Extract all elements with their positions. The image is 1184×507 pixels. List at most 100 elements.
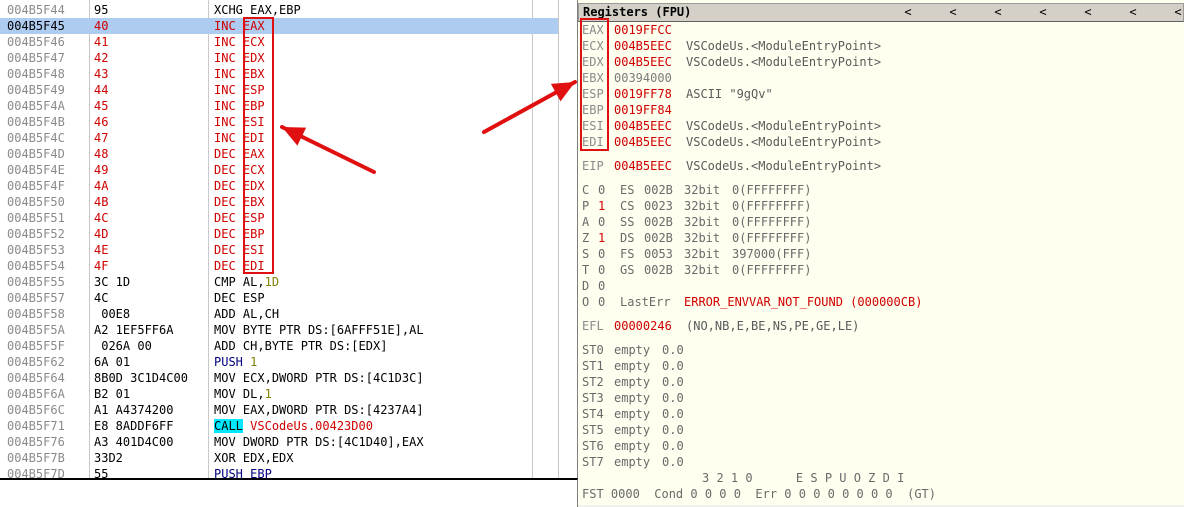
register-comment: VSCodeUs.<ModuleEntryPoint> — [686, 119, 882, 133]
flag-row[interactable]: Z 1 DS 002B 32bit 0(FFFFFFFF) — [582, 230, 811, 246]
lasterr-row[interactable]: O 0 LastErr ERROR_ENVVAR_NOT_FOUND (000000C… — [582, 294, 922, 310]
register-row-esp[interactable]: ESP 0019FF78 ASCII "9gQv" — [582, 86, 773, 102]
register-row-eip[interactable]: EIP 004B5EEC VSCodeUs.<ModuleEntryPoint> — [582, 158, 881, 174]
flag-value[interactable]: 0 — [598, 246, 620, 262]
flag-row[interactable]: A 0 SS 002B 32bit 0(FFFFFFFF) — [582, 214, 811, 230]
flag-row[interactable]: S 0 FS 0053 32bit 397000(FFF) — [582, 246, 811, 262]
segment-name: FS — [620, 247, 635, 261]
scroll-left-arrow-icon[interactable]: < — [946, 5, 960, 19]
disasm-row[interactable]: 004B5F4C 47 INC EDI — [0, 130, 575, 146]
fpu-register-value[interactable]: 0.0 — [662, 359, 684, 373]
flag-value[interactable]: 0 — [598, 262, 620, 278]
flag-row[interactable]: T 0 GS 002B 32bit 0(FFFFFFFF) — [582, 262, 811, 278]
disasm-row[interactable]: 004B5F5F 026A 00 ADD CH,BYTE PTR DS:[EDX] — [0, 338, 575, 354]
instruction-operands: DWORD PTR DS:[4C1D40],EAX — [242, 435, 424, 449]
scroll-left-arrow-icon[interactable]: < — [1171, 5, 1184, 19]
register-row-ecx[interactable]: ECX 004B5EEC VSCodeUs.<ModuleEntryPoint> — [582, 38, 881, 54]
fpu-register-value[interactable]: 0.0 — [662, 343, 684, 357]
instruction-mnemonic: DEC — [214, 227, 236, 241]
disasm-row[interactable]: 004B5F51 4C DEC ESP — [0, 210, 575, 226]
disasm-row[interactable]: 004B5F4D 48 DEC EAX — [0, 146, 575, 162]
instruction-mnemonic: INC — [214, 131, 236, 145]
disasm-row[interactable]: 004B5F58 00E8 ADD AL,CH — [0, 306, 575, 322]
fst-bit-header[interactable]: 3 2 1 0 E S P U O Z D I — [702, 470, 904, 486]
register-value[interactable]: 004B5EEC — [614, 54, 686, 70]
efl-value[interactable]: 00000246 — [614, 318, 686, 334]
instruction-mnemonic: DEC — [214, 243, 236, 257]
disassembly-pane[interactable]: 004B5F44 95 XCHG EAX,EBP 004B5F45 40 INC EAX 0… — [0, 0, 578, 478]
fpu-register-value[interactable]: 0.0 — [662, 407, 684, 421]
fpu-register-row[interactable]: ST6 empty 0.0 — [582, 438, 684, 454]
flag-value[interactable]: 0 — [598, 278, 620, 294]
disasm-row[interactable]: 004B5F48 43 INC EBX — [0, 66, 575, 82]
fst-row[interactable]: FST 0000 Cond 0 0 0 0 Err 0 0 0 0 0 0 0 … — [582, 486, 936, 502]
flag-row[interactable]: D0 — [582, 278, 732, 294]
disasm-row[interactable]: 004B5F7B 33D2 XOR EDX,EDX — [0, 450, 575, 466]
disasm-row[interactable]: 004B5F7D 55 PUSH EBP — [0, 466, 575, 478]
fpu-register-value[interactable]: 0.0 — [662, 391, 684, 405]
disasm-row[interactable]: 004B5F52 4D DEC EBP — [0, 226, 575, 242]
fpu-register-value[interactable]: 0.0 — [662, 423, 684, 437]
flag-row[interactable]: P 1 CS 0023 32bit 0(FFFFFFFF) — [582, 198, 811, 214]
lasterr-value[interactable]: ERROR_ENVVAR_NOT_FOUND (000000CB) — [684, 295, 922, 309]
segment-name: GS — [620, 263, 635, 277]
fpu-register-row[interactable]: ST0 empty 0.0 — [582, 342, 684, 358]
flag-row[interactable]: C 0 ES 002B 32bit 0(FFFFFFFF) — [582, 182, 811, 198]
register-row-edi[interactable]: EDI 004B5EEC VSCodeUs.<ModuleEntryPoint> — [582, 134, 881, 150]
registers-pane[interactable]: Registers (FPU) < < < < < < < EAX 0019FFCC ECX 00… — [578, 0, 1184, 505]
scroll-left-arrow-icon[interactable]: < — [1036, 5, 1050, 19]
fst-status[interactable]: FST 0000 Cond 0 0 0 0 Err 0 0 0 0 0 0 0 … — [582, 487, 936, 501]
register-value[interactable]: 0019FFCC — [614, 22, 686, 38]
fpu-register-row[interactable]: ST3 empty 0.0 — [582, 390, 684, 406]
disasm-row[interactable]: 004B5F54 4F DEC EDI — [0, 258, 575, 274]
scroll-left-arrow-icon[interactable]: < — [991, 5, 1005, 19]
flag-value[interactable]: 0 — [598, 214, 620, 230]
register-value[interactable]: 004B5EEC — [614, 38, 686, 54]
fpu-register-row[interactable]: ST5 empty 0.0 — [582, 422, 684, 438]
disasm-row[interactable]: 004B5F71 E8 8ADDF6FF CALL VSCodeUs.00423D0… — [0, 418, 575, 434]
disasm-row[interactable]: 004B5F45 40 INC EAX — [0, 18, 558, 34]
fpu-register-row[interactable]: ST7 empty 0.0 — [582, 454, 684, 470]
scroll-left-arrow-icon[interactable]: < — [901, 5, 915, 19]
efl-row[interactable]: EFL 00000246 (NO,NB,E,BE,NS,PE,GE,LE) — [582, 318, 859, 334]
fpu-register-value[interactable]: 0.0 — [662, 375, 684, 389]
register-row-edx[interactable]: EDX 004B5EEC VSCodeUs.<ModuleEntryPoint> — [582, 54, 881, 70]
register-row-esi[interactable]: ESI 004B5EEC VSCodeUs.<ModuleEntryPoint> — [582, 118, 881, 134]
scroll-left-arrow-icon[interactable]: < — [1126, 5, 1140, 19]
disasm-row[interactable]: 004B5F57 4C DEC ESP — [0, 290, 575, 306]
flag-value[interactable]: 1 — [598, 198, 620, 214]
flag-value[interactable]: 1 — [598, 230, 620, 246]
disasm-row[interactable]: 004B5F4F 4A DEC EDX — [0, 178, 575, 194]
register-value[interactable]: 0019FF84 — [614, 102, 686, 118]
register-value[interactable]: 004B5EEC — [614, 158, 686, 174]
register-value[interactable]: 004B5EEC — [614, 118, 686, 134]
disasm-row[interactable]: 004B5F4E 49 DEC ECX — [0, 162, 575, 178]
disasm-row[interactable]: 004B5F55 3C 1D CMP AL,1D — [0, 274, 575, 290]
disasm-row[interactable]: 004B5F49 44 INC ESP — [0, 82, 575, 98]
disasm-row[interactable]: 004B5F50 4B DEC EBX — [0, 194, 575, 210]
disasm-row[interactable]: 004B5F47 42 INC EDX — [0, 50, 575, 66]
disasm-row[interactable]: 004B5F46 41 INC ECX — [0, 34, 575, 50]
flag-value[interactable]: 0 — [598, 182, 620, 198]
disasm-row[interactable]: 004B5F4B 46 INC ESI — [0, 114, 575, 130]
register-value[interactable]: 0019FF78 — [614, 86, 686, 102]
register-value[interactable]: 00394000 — [614, 70, 686, 86]
fpu-register-row[interactable]: ST1 empty 0.0 — [582, 358, 684, 374]
scroll-left-arrow-icon[interactable]: < — [1081, 5, 1095, 19]
disasm-row[interactable]: 004B5F4A 45 INC EBP — [0, 98, 575, 114]
fpu-register-row[interactable]: ST2 empty 0.0 — [582, 374, 684, 390]
instruction-address: 004B5F62 — [7, 355, 65, 369]
disasm-row[interactable]: 004B5F53 4E DEC ESI — [0, 242, 575, 258]
instruction-mnemonic: INC — [214, 67, 236, 81]
disasm-row[interactable]: 004B5F6C A1 A4374200 MOV EAX,DWORD PTR DS:… — [0, 402, 575, 418]
fpu-register-row[interactable]: ST4 empty 0.0 — [582, 406, 684, 422]
disasm-row[interactable]: 004B5F62 6A 01 PUSH 1 — [0, 354, 575, 370]
disasm-row[interactable]: 004B5F44 95 XCHG EAX,EBP — [0, 2, 575, 18]
fpu-register-value[interactable]: 0.0 — [662, 455, 684, 469]
fpu-register-value[interactable]: 0.0 — [662, 439, 684, 453]
disasm-row[interactable]: 004B5F64 8B0D 3C1D4C00 MOV ECX,DWORD PTR D… — [0, 370, 575, 386]
disasm-row[interactable]: 004B5F6A B2 01 MOV DL,1 — [0, 386, 575, 402]
register-value[interactable]: 004B5EEC — [614, 134, 686, 150]
disasm-row[interactable]: 004B5F76 A3 401D4C00 MOV DWORD PTR DS:[4C1… — [0, 434, 575, 450]
disasm-row[interactable]: 004B5F5A A2 1EF5FF6A MOV BYTE PTR DS:[6AFF… — [0, 322, 575, 338]
